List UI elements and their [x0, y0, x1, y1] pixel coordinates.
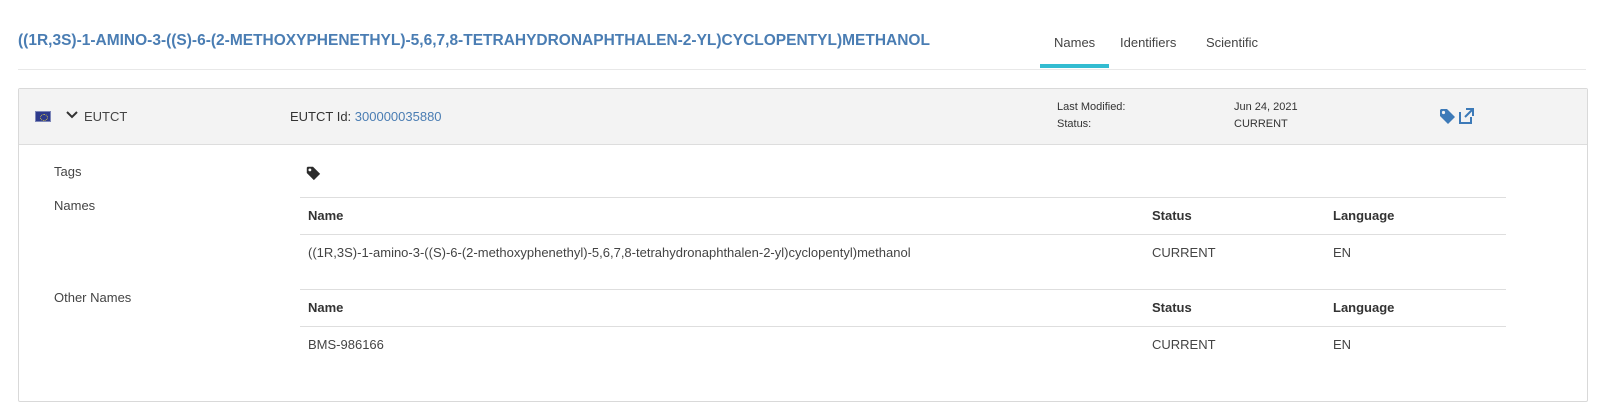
- language-cell: EN: [1333, 337, 1352, 352]
- source-name: EUTCT: [84, 109, 128, 124]
- column-header-name: Name: [308, 300, 344, 315]
- tags-label: Tags: [54, 164, 82, 179]
- last-modified-label: Last Modified:: [1057, 101, 1126, 113]
- column-header-status: Status: [1152, 300, 1192, 315]
- table-header-row: Name Status Language: [300, 197, 1506, 235]
- other-names-table: Name Status Language BMS-986166 CURRENT …: [300, 289, 1506, 363]
- tab-scientific[interactable]: Scientific: [1206, 35, 1258, 50]
- names-label: Names: [54, 198, 96, 213]
- source-card: EUTCT EUTCT Id: 300000035880 Last Modifi…: [18, 88, 1588, 402]
- card-header: EUTCT EUTCT Id: 300000035880 Last Modifi…: [19, 89, 1587, 145]
- eutct-id-link[interactable]: 300000035880: [355, 109, 442, 124]
- table-row: ((1R,3S)-1-amino-3-((S)-6-(2-methoxyphen…: [300, 235, 1506, 271]
- tab-divider: [18, 69, 1586, 70]
- status-label: Status:: [1057, 118, 1092, 130]
- table-header-row: Name Status Language: [300, 289, 1506, 327]
- chevron-down-icon[interactable]: [65, 108, 79, 122]
- flag-eu-icon: [35, 111, 51, 122]
- table-row: BMS-986166 CURRENT EN: [300, 327, 1506, 363]
- tag-icon: [306, 166, 321, 181]
- tab-identifiers[interactable]: Identifiers: [1120, 35, 1176, 50]
- tag-icon[interactable]: [1438, 107, 1456, 125]
- name-cell: ((1R,3S)-1-amino-3-((S)-6-(2-methoxyphen…: [308, 245, 911, 260]
- status-value: CURRENT: [1234, 118, 1288, 130]
- eutct-id: EUTCT Id: 300000035880: [290, 109, 442, 124]
- status-cell: CURRENT: [1152, 337, 1216, 352]
- column-header-status: Status: [1152, 208, 1192, 223]
- name-cell: BMS-986166: [308, 337, 384, 352]
- external-link-icon[interactable]: [1457, 107, 1475, 125]
- page-title: ((1R,3S)-1-AMINO-3-((S)-6-(2-METHOXYPHEN…: [18, 32, 930, 49]
- column-header-language: Language: [1333, 208, 1395, 223]
- column-header-language: Language: [1333, 300, 1395, 315]
- last-modified-value: Jun 24, 2021: [1234, 101, 1298, 113]
- status-cell: CURRENT: [1152, 245, 1216, 260]
- eutct-id-label: EUTCT Id:: [290, 109, 355, 124]
- other-names-label: Other Names: [54, 290, 132, 305]
- names-table: Name Status Language ((1R,3S)-1-amino-3-…: [300, 197, 1506, 271]
- column-header-name: Name: [308, 208, 344, 223]
- language-cell: EN: [1333, 245, 1352, 260]
- tab-names[interactable]: Names: [1039, 35, 1110, 68]
